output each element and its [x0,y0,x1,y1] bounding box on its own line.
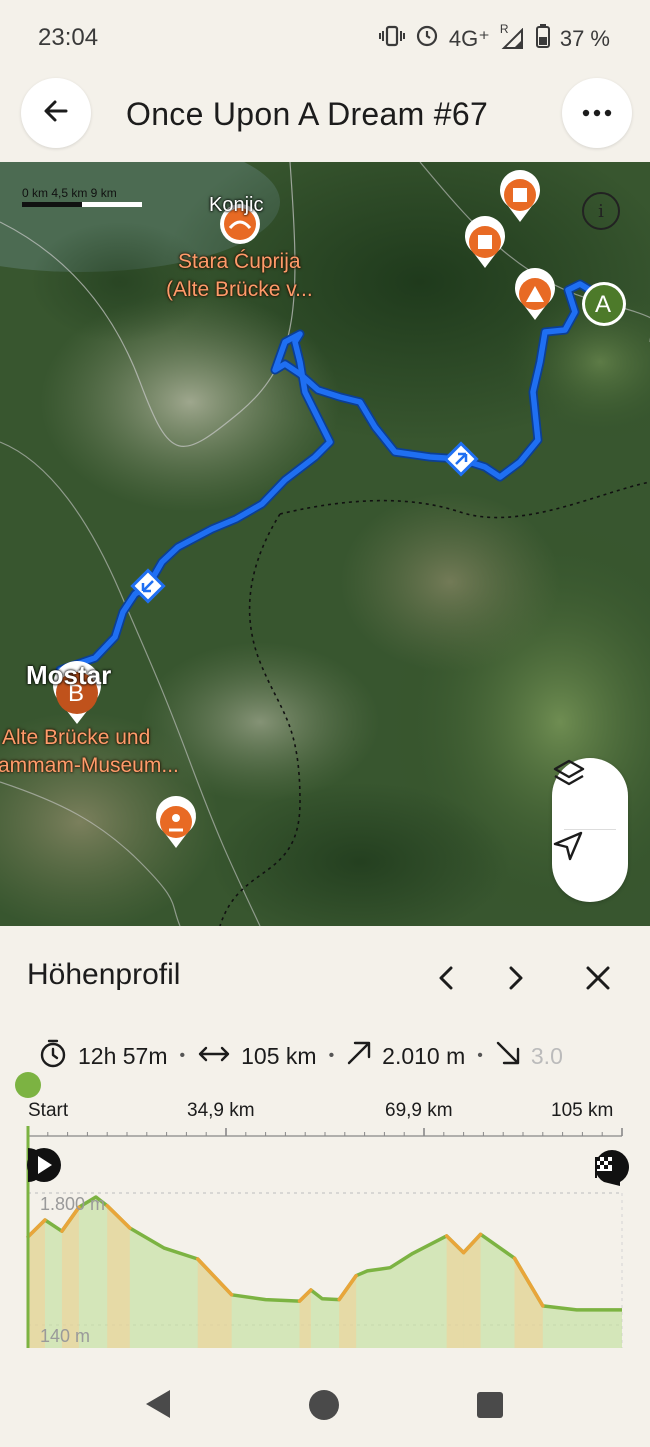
place-label-konjic: Konjic [209,194,264,216]
roaming-indicator: R [499,22,509,36]
elevation-profile-chart[interactable] [0,1126,650,1366]
info-icon: i [598,200,604,222]
network-type: 4G⁺ [448,26,490,51]
map-info-button[interactable]: i [582,192,620,230]
system-recents-button[interactable] [477,1392,503,1418]
map-controls [552,758,628,902]
map-scale: 0 km 4,5 km 9 km [22,186,117,200]
layers-button[interactable] [552,758,628,830]
separator-dot: • [328,1047,335,1064]
close-button[interactable] [578,960,618,1000]
ascent-value: 2.010 m [382,1042,466,1069]
system-back-button[interactable] [143,1388,173,1425]
axis-label-1: 34,9 km [187,1100,255,1121]
gradient-segment [197,1259,232,1348]
chevron-right-icon [508,966,524,995]
status-time: 23:04 [38,24,99,51]
stat-ascent: 2.010 m [346,1040,465,1072]
system-home-button[interactable] [309,1390,339,1420]
more-options-button[interactable] [562,78,632,148]
stopwatch-icon [38,1038,68,1074]
axis-ticks [27,1128,623,1136]
stat-distance: 105 km [197,1042,317,1070]
axis-label-start: Start [28,1100,69,1121]
finish-flag-icon [595,1150,629,1186]
distance-value: 105 km [241,1042,317,1069]
place-label-mostar: Mostar [26,660,112,690]
close-icon [585,965,611,996]
gradient-segment [514,1258,543,1348]
battery-level: 37 % [559,26,610,51]
elevation-panel: Höhenprofil 12h 57m • 105 km • 2.010 m •… [0,926,650,1366]
more-icon [582,104,612,122]
chevron-left-icon [438,966,454,995]
descent-value: 3.0 [530,1042,563,1069]
duration-value: 12h 57m [78,1042,168,1069]
panel-title: Höhenprofil [27,958,181,991]
arrow-up-right-icon [346,1040,372,1072]
previous-button[interactable] [426,960,466,1000]
header: Once Upon A Dream #67 [0,78,650,162]
stat-descent: 3.0 [495,1040,563,1072]
distance-arrows-icon [197,1043,231,1070]
page-title: Once Upon A Dream #67 [126,96,489,132]
status-bar: 23:04 4G⁺ R 37 % [0,0,650,78]
profile-position-handle[interactable] [15,1072,41,1098]
back-button[interactable] [21,78,91,148]
elevation-min-label: 140 m [40,1326,91,1346]
separator-dot: • [477,1047,483,1064]
separator-dot: • [179,1047,186,1064]
elevation-max-label: 1.800 m [40,1194,106,1214]
route-stats: 12h 57m • 105 km • 2.010 m • 3.0 [38,1038,620,1074]
arrow-down-right-icon [495,1040,521,1072]
battery-icon [535,24,550,54]
arrow-left-icon [42,97,70,130]
poi-label-stara-cuprija[interactable]: Stara Ćuprija [178,250,301,274]
poi-label-alte-bruecke-sub[interactable]: ammam-Museum... [0,754,179,778]
distance-axis: Start 34,9 km 69,9 km 105 km [0,1100,650,1124]
stat-duration: 12h 57m [38,1038,168,1074]
vibrate-icon [378,25,405,53]
map-view[interactable]: 0 km 4,5 km 9 km A B Konjic Stara Ćuprij… [0,162,650,926]
axis-label-2: 69,9 km [385,1100,453,1121]
profile-area [26,1195,622,1348]
gradient-segment [446,1235,464,1348]
start-flag-icon [27,1148,61,1182]
alarm-icon [415,24,439,54]
marker-start-label: A [595,291,612,318]
system-navigation-bar [0,1366,650,1447]
next-button[interactable] [496,960,536,1000]
locate-button[interactable] [552,830,628,902]
status-icons: 4G⁺ R 37 % [378,22,610,54]
signal-icon: R [500,22,526,50]
poi-label-stara-cuprija-sub[interactable]: (Alte Brücke v... [166,278,313,302]
axis-label-end: 105 km [551,1100,614,1121]
poi-label-alte-bruecke[interactable]: Alte Brücke und [2,726,150,750]
